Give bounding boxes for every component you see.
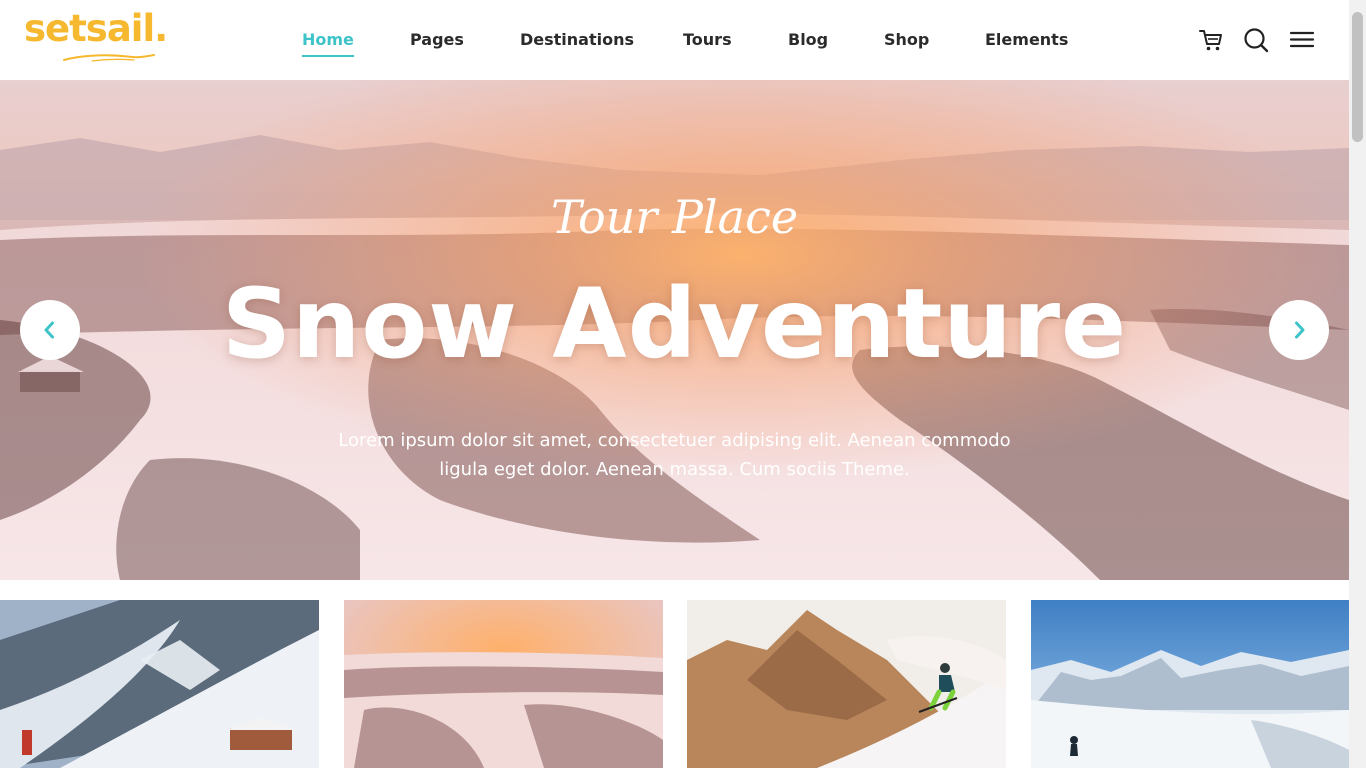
- hero-description: Lorem ipsum dolor sit amet, consectetuer…: [300, 426, 1049, 484]
- site-header: setsail. Home Pages Destinations Tours B…: [0, 0, 1349, 80]
- hero-title: Snow Adventure: [221, 268, 1128, 380]
- card-image: [344, 600, 663, 768]
- nav-active-underline: [302, 55, 354, 57]
- hero-description-line-2: ligula eget dolor. Aenean massa. Cum soc…: [439, 459, 910, 480]
- menu-icon[interactable]: [1288, 26, 1316, 54]
- chevron-left-icon: [44, 321, 54, 339]
- card-skier-rocky-slope[interactable]: [687, 600, 1006, 768]
- hero-description-line-1: Lorem ipsum dolor sit amet, consectetuer…: [338, 430, 1011, 451]
- logo-text: setsail.: [24, 7, 168, 50]
- logo[interactable]: setsail.: [24, 10, 184, 66]
- card-snowy-mountain-chalet[interactable]: [0, 600, 319, 768]
- logo-swoosh-icon: [63, 54, 155, 62]
- nav-tours[interactable]: Tours: [683, 30, 732, 49]
- page-scrollbar[interactable]: [1349, 0, 1366, 768]
- card-image: [0, 600, 319, 768]
- card-alpine-ski-slope[interactable]: [1031, 600, 1350, 768]
- hero-subtitle: Tour Place: [550, 190, 799, 244]
- card-snowy-forest-sunset[interactable]: [344, 600, 663, 768]
- cart-icon[interactable]: [1197, 26, 1225, 54]
- nav-destinations[interactable]: Destinations: [520, 30, 634, 49]
- nav-home[interactable]: Home: [302, 30, 354, 57]
- nav-blog[interactable]: Blog: [788, 30, 828, 49]
- card-image: [687, 600, 1006, 768]
- slider-next-button[interactable]: [1269, 300, 1329, 360]
- card-image: [1031, 600, 1349, 768]
- search-icon[interactable]: [1242, 26, 1270, 54]
- scrollbar-thumb[interactable]: [1352, 12, 1363, 142]
- nav-pages[interactable]: Pages: [410, 30, 464, 49]
- slider-prev-button[interactable]: [20, 300, 80, 360]
- nav-home-label: Home: [302, 30, 354, 49]
- chevron-right-icon: [1295, 321, 1305, 339]
- destination-cards: [0, 600, 1349, 768]
- nav-elements[interactable]: Elements: [985, 30, 1068, 49]
- hero-slider: Tour Place Snow Adventure Lorem ipsum do…: [0, 80, 1349, 580]
- nav-shop[interactable]: Shop: [884, 30, 929, 49]
